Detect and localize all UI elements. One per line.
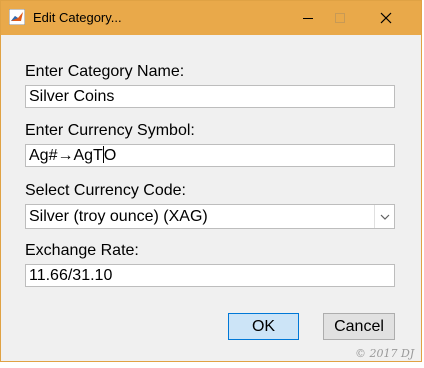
maximize-icon — [335, 13, 345, 23]
dialog-content: Enter Category Name: Silver Coins Enter … — [1, 35, 421, 361]
window-title: Edit Category... — [33, 10, 122, 25]
close-button[interactable] — [363, 1, 409, 35]
title-bar[interactable]: Edit Category... — [1, 1, 421, 35]
maximize-button[interactable] — [317, 1, 363, 35]
category-name-label: Enter Category Name: — [25, 63, 185, 80]
currency-code-select[interactable]: Silver (troy ounce) (XAG) — [25, 204, 395, 229]
close-icon — [380, 12, 392, 24]
currency-code-selected: Silver (troy ounce) (XAG) — [29, 208, 208, 225]
exchange-rate-field[interactable]: 11.66/31.10 — [25, 264, 395, 287]
dropdown-arrow-button[interactable] — [374, 205, 394, 228]
ok-button[interactable]: OK — [228, 313, 299, 340]
currency-symbol-text: Ag#→AgT — [29, 147, 103, 164]
minimize-icon — [303, 18, 313, 19]
copyright-watermark: © 2017 DJ — [355, 347, 415, 360]
cancel-button[interactable]: Cancel — [323, 313, 395, 340]
chevron-down-icon — [380, 214, 389, 220]
currency-symbol-label: Enter Currency Symbol: — [25, 122, 195, 139]
dialog-window: Edit Category... Enter Category Name: Si… — [0, 0, 422, 362]
exchange-rate-label: Exchange Rate: — [25, 242, 139, 259]
category-name-field[interactable]: Silver Coins — [25, 85, 395, 108]
currency-symbol-field[interactable]: Ag#→AgTO — [25, 144, 395, 167]
currency-code-label: Select Currency Code: — [25, 182, 186, 199]
currency-symbol-text-after-caret: O — [103, 147, 117, 164]
matlab-icon — [8, 8, 26, 26]
